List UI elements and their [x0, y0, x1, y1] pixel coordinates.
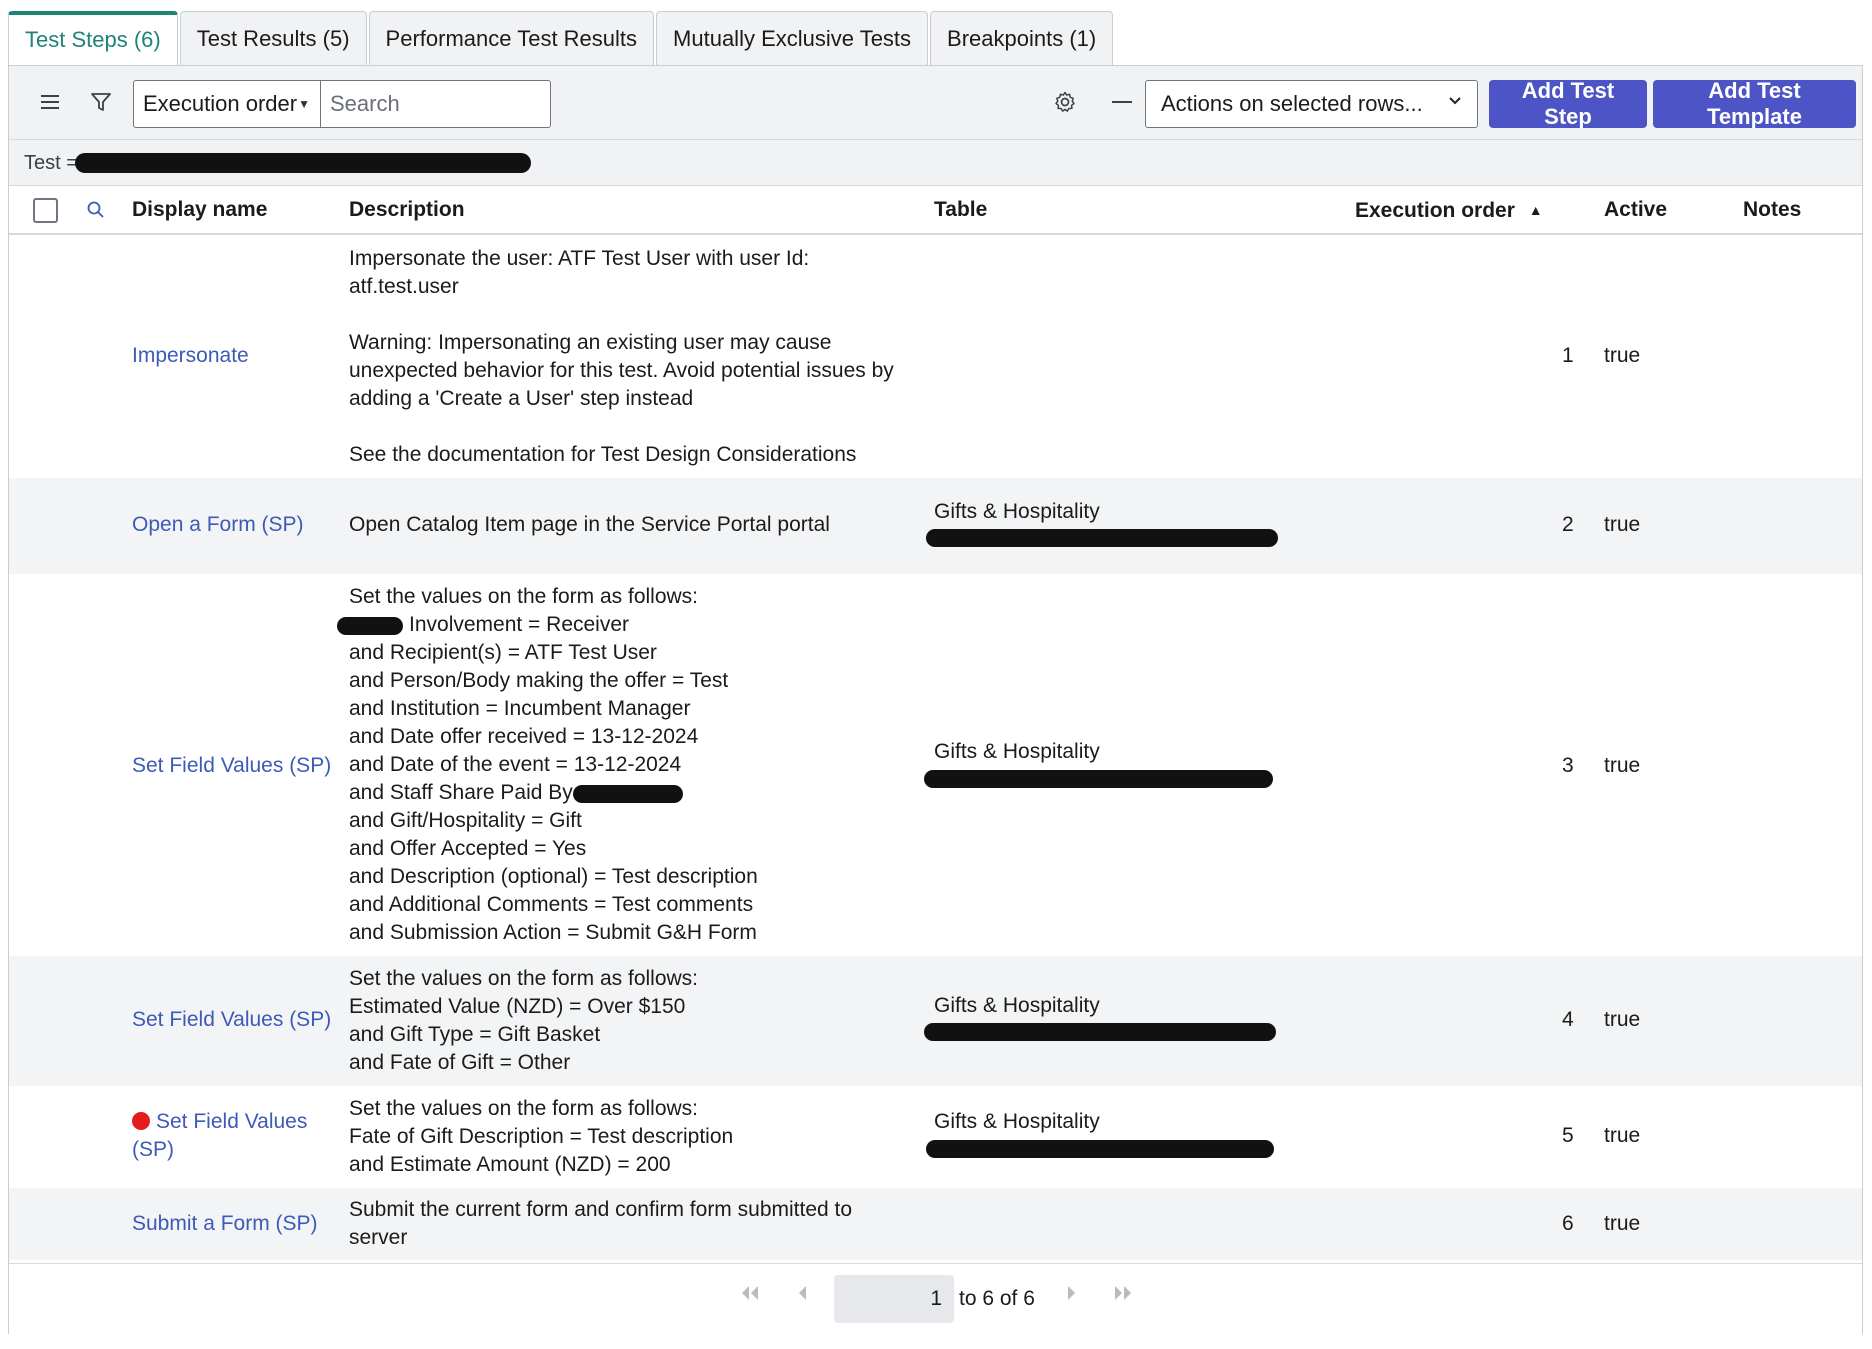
description-line: and Staff Share Paid By =: [349, 779, 929, 807]
description-text: and Recipient(s) = ATF Test User and Per…: [349, 641, 729, 776]
display-name-link[interactable]: Open a Form (SP): [132, 511, 304, 539]
caret-down-icon: ▼: [298, 97, 310, 111]
gear-icon[interactable]: [1047, 84, 1083, 120]
tab-bar: Test Steps (6) Test Results (5) Performa…: [8, 11, 1115, 65]
page-number-input[interactable]: 1: [834, 1275, 954, 1323]
table-row[interactable]: Open a Form (SP) Open Catalog Item page …: [9, 478, 1862, 574]
table-cell: Gifts & Hospitality: [934, 740, 1100, 763]
column-description[interactable]: Description: [349, 187, 465, 233]
execution-order-cell: 5: [1562, 1124, 1574, 1147]
table-row[interactable]: Submit a Form (SP) Submit the current fo…: [9, 1188, 1862, 1260]
next-page-icon[interactable]: [1066, 1284, 1078, 1307]
active-cell: true: [1604, 1212, 1641, 1235]
table-row[interactable]: Impersonate Impersonate the user: ATF Te…: [9, 236, 1862, 478]
description-cell: Impersonate the user: ATF Test User with…: [349, 247, 894, 466]
display-name-link[interactable]: Impersonate: [132, 342, 249, 370]
search-icon[interactable]: [78, 192, 114, 228]
add-test-template-button[interactable]: Add Test Template: [1653, 78, 1856, 129]
tab-test-results[interactable]: Test Results (5): [179, 11, 367, 65]
display-name-link[interactable]: Set Field Values (SP): [132, 752, 331, 780]
redacted-table-name: [924, 1023, 1276, 1041]
actions-select-value: Actions on selected rows...: [1161, 91, 1423, 116]
pagination-bar: 1 to 6 of 6: [9, 1263, 1862, 1335]
table-row[interactable]: Set Field Values (SP) Set the values on …: [9, 574, 1862, 956]
column-execution-order-label: Execution order: [1355, 199, 1515, 222]
column-notes[interactable]: Notes: [1743, 187, 1801, 233]
column-execution-order[interactable]: Execution order ▲: [1355, 187, 1543, 233]
first-page-icon[interactable]: [739, 1284, 761, 1307]
execution-order-cell: 4: [1562, 1008, 1574, 1031]
description-line: Involvement = Receiver: [337, 611, 929, 639]
column-display-name[interactable]: Display name: [132, 187, 267, 233]
description-cell: Submit the current form and confirm form…: [349, 1198, 853, 1249]
tab-mutually-exclusive-tests[interactable]: Mutually Exclusive Tests: [656, 11, 929, 65]
sort-field-select[interactable]: Execution order ▼: [133, 80, 321, 128]
page-range-text: to 6 of 6: [959, 1287, 1035, 1310]
description-cell: Set the values on the form as follows: E…: [349, 967, 699, 1074]
breadcrumb-label: Test =: [24, 152, 78, 174]
select-all-checkbox[interactable]: [33, 198, 58, 223]
table-header: Display name Description Table Execution…: [9, 187, 1862, 235]
description-text: and Gift/Hospitality = Gift and Offer Ac…: [349, 809, 758, 944]
description-text: and Staff Share Paid By =: [349, 781, 591, 804]
execution-order-cell: 3: [1562, 754, 1574, 777]
description-cell: Set the values on the form as follows: I…: [337, 583, 929, 947]
display-name-link[interactable]: Submit a Form (SP): [132, 1210, 318, 1238]
filter-icon[interactable]: [83, 84, 119, 120]
table-cell: Gifts & Hospitality: [934, 994, 1100, 1017]
execution-order-cell: 6: [1562, 1212, 1574, 1235]
display-name-link[interactable]: Set Field Values (SP): [132, 1110, 307, 1161]
redacted-table-name: [926, 1140, 1274, 1158]
hamburger-menu-icon[interactable]: [33, 84, 69, 120]
redacted-breadcrumb-value: [75, 153, 531, 173]
display-name-link[interactable]: Set Field Values (SP): [132, 1006, 331, 1034]
column-table[interactable]: Table: [934, 187, 987, 233]
search-input[interactable]: [321, 80, 551, 128]
actions-on-selected-rows-select[interactable]: Actions on selected rows...: [1145, 80, 1478, 128]
active-cell: true: [1604, 1124, 1641, 1147]
redacted-table-name: [924, 770, 1273, 788]
column-active[interactable]: Active: [1604, 187, 1667, 233]
active-cell: true: [1604, 754, 1641, 777]
breakpoint-icon: [132, 1112, 150, 1130]
active-cell: true: [1604, 344, 1641, 367]
add-test-step-button[interactable]: Add Test Step: [1489, 78, 1647, 129]
tab-test-steps[interactable]: Test Steps (6): [8, 11, 178, 65]
table-cell: Gifts & Hospitality: [934, 1110, 1100, 1133]
active-cell: true: [1604, 513, 1641, 536]
collapse-minus-icon[interactable]: [1105, 84, 1141, 120]
execution-order-cell: 1: [1562, 344, 1574, 367]
redacted-field-label: [337, 617, 403, 635]
description-line: Set the values on the form as follows:: [349, 585, 699, 608]
redacted-field-value: [573, 785, 683, 803]
previous-page-icon[interactable]: [796, 1284, 808, 1307]
redacted-table-name: [926, 529, 1278, 547]
display-name-cell: Set Field Values (SP): [132, 1108, 332, 1164]
table-row[interactable]: Set Field Values (SP) Set the values on …: [9, 956, 1862, 1086]
test-steps-panel: Execution order ▼ Actions on selected ro…: [8, 65, 1863, 1335]
sort-ascending-icon: ▲: [1528, 202, 1543, 218]
related-list-frame: Test Steps (6) Test Results (5) Performa…: [8, 11, 1863, 1335]
table-cell: Gifts & Hospitality: [934, 500, 1100, 523]
execution-order-cell: 2: [1562, 513, 1574, 536]
description-cell: Open Catalog Item page in the Service Po…: [349, 513, 830, 536]
table-row[interactable]: Set Field Values (SP) Set the values on …: [9, 1086, 1862, 1188]
description-text: Involvement = Receiver: [409, 613, 630, 636]
sort-field-value: Execution order: [143, 91, 298, 116]
tab-breakpoints[interactable]: Breakpoints (1): [930, 11, 1114, 65]
active-cell: true: [1604, 1008, 1641, 1031]
tab-performance-test-results[interactable]: Performance Test Results: [368, 11, 655, 65]
last-page-icon[interactable]: [1112, 1284, 1134, 1307]
chevron-down-icon: [1447, 92, 1463, 113]
list-toolbar: Execution order ▼ Actions on selected ro…: [9, 66, 1862, 140]
description-cell: Set the values on the form as follows: F…: [349, 1097, 734, 1176]
